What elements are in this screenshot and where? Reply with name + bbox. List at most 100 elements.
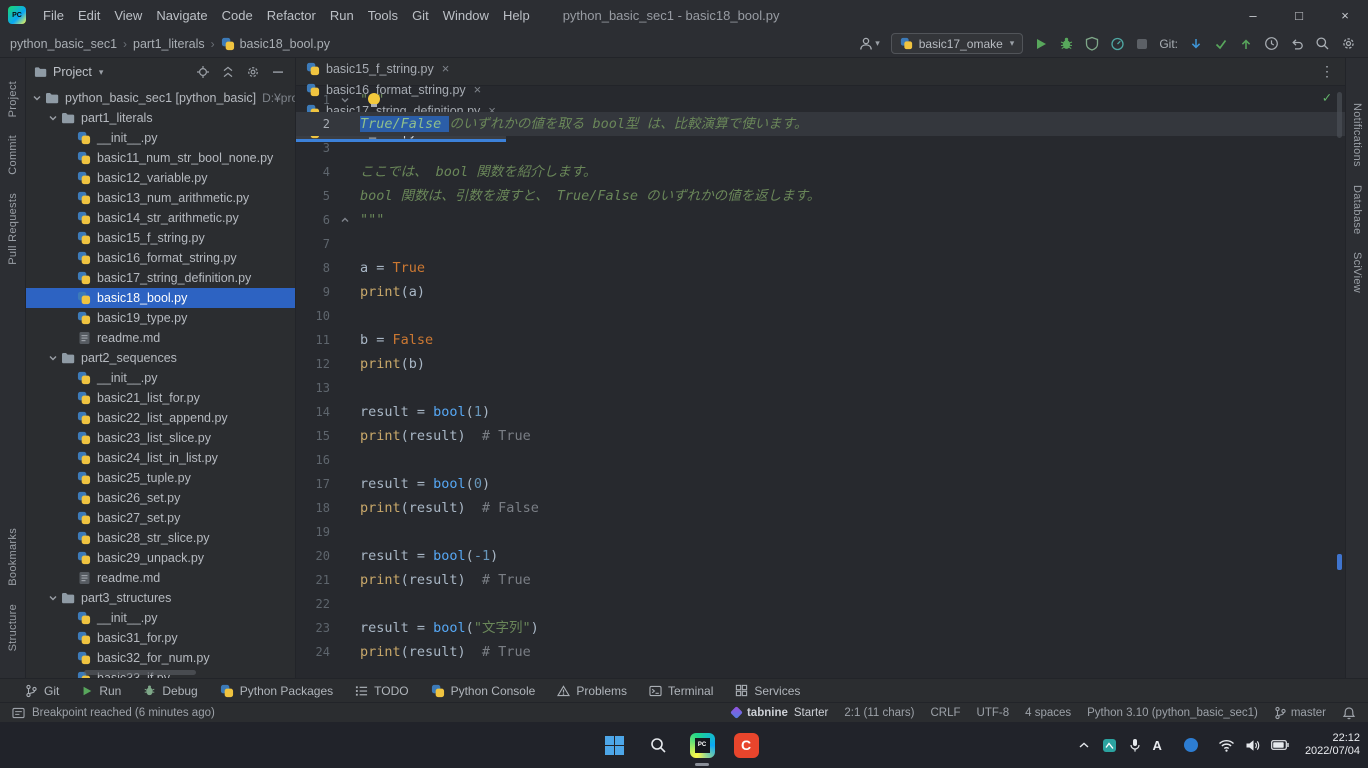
editor-line-7[interactable]: 7 (296, 232, 1345, 256)
taskbar-app-icon[interactable]: C (732, 731, 760, 759)
toolwindow-todo[interactable]: TODO (344, 679, 419, 702)
toolwindow-problems[interactable]: Problems (546, 679, 638, 702)
tray-app-icon[interactable] (1102, 738, 1117, 753)
taskbar-search-icon[interactable] (644, 731, 672, 759)
caret-position-widget[interactable]: 2:1 (11 chars) (844, 707, 914, 719)
editor-line-12[interactable]: 12print(b) (296, 352, 1345, 376)
close-button[interactable]: × (1322, 0, 1368, 30)
minimize-button[interactable]: – (1230, 0, 1276, 30)
editor-line-19[interactable]: 19 (296, 520, 1345, 544)
toolwindow-terminal[interactable]: Terminal (638, 679, 724, 702)
editor-line-4[interactable]: 4ここでは、 bool 関数を紹介します。 (296, 160, 1345, 184)
editor-line-15[interactable]: 15print(result) # True (296, 424, 1345, 448)
run-button[interactable] (1034, 37, 1048, 51)
tree-item-basic27-set-py[interactable]: basic27_set.py (26, 508, 295, 528)
editor-line-9[interactable]: 9print(a) (296, 280, 1345, 304)
editor-line-17[interactable]: 17result = bool(0) (296, 472, 1345, 496)
editor-line-14[interactable]: 14result = bool(1) (296, 400, 1345, 424)
menu-refactor[interactable]: Refactor (260, 8, 323, 23)
tree-item--init-py[interactable]: __init__.py (26, 128, 295, 148)
fold-marker-icon[interactable] (330, 95, 360, 105)
stripe-commit[interactable]: Commit (7, 135, 19, 175)
menu-view[interactable]: View (107, 8, 149, 23)
tree-item-part1-literals[interactable]: part1_literals (26, 108, 295, 128)
stripe-database[interactable]: Database (1351, 185, 1363, 235)
editor-line-11[interactable]: 11b = False (296, 328, 1345, 352)
volume-icon[interactable] (1245, 739, 1261, 752)
profiler-button[interactable] (1110, 36, 1125, 51)
tabnine-widget[interactable]: tabnineStarter (732, 707, 828, 719)
editor-scrollbar[interactable] (1335, 86, 1344, 678)
tab-basic15-f-string-py[interactable]: basic15_f_string.py× (296, 58, 506, 79)
notifications-bell-icon[interactable] (1342, 706, 1356, 720)
tree-item-basic15-f-string-py[interactable]: basic15_f_string.py (26, 228, 295, 248)
tree-item-basic11-num-str-bool-none-py[interactable]: basic11_num_str_bool_none.py (26, 148, 295, 168)
editor-line-23[interactable]: 23result = bool("文字列") (296, 616, 1345, 640)
user-account-button[interactable]: ▾ (858, 36, 880, 52)
menu-file[interactable]: File (36, 8, 71, 23)
scrollbar-thumb[interactable] (1337, 92, 1342, 138)
menu-edit[interactable]: Edit (71, 8, 107, 23)
editor-line-24[interactable]: 24print(result) # True (296, 640, 1345, 664)
chevron-down-icon[interactable]: ▾ (99, 67, 104, 78)
inspections-ok-icon[interactable]: ✓ (1323, 90, 1331, 106)
git-push-button[interactable] (1239, 37, 1253, 51)
menu-code[interactable]: Code (215, 8, 260, 23)
breadcrumb-basic18-bool-py[interactable]: basic18_bool.py (221, 37, 330, 51)
tree-item--init-py[interactable]: __init__.py (26, 368, 295, 388)
rollback-button[interactable] (1290, 37, 1304, 51)
tree-item--init-py[interactable]: __init__.py (26, 608, 295, 628)
tab-close-icon[interactable]: × (442, 61, 450, 76)
toolwindow-git[interactable]: Git (14, 679, 70, 702)
editor-line-22[interactable]: 22 (296, 592, 1345, 616)
tree-item-basic31-for-py[interactable]: basic31_for.py (26, 628, 295, 648)
menu-window[interactable]: Window (436, 8, 496, 23)
clock-widget[interactable]: 22:12 2022/07/04 (1305, 732, 1360, 758)
history-button[interactable] (1264, 36, 1279, 51)
editor-line-18[interactable]: 18print(result) # False (296, 496, 1345, 520)
stripe-bookmarks[interactable]: Bookmarks (7, 528, 19, 586)
ime-indicator[interactable]: A (1153, 738, 1162, 753)
tree-item-basic17-string-definition-py[interactable]: basic17_string_definition.py (26, 268, 295, 288)
status-message[interactable]: Breakpoint reached (6 minutes ago) (12, 707, 215, 719)
search-everywhere-button[interactable] (1315, 36, 1330, 51)
tree-item-part3-structures[interactable]: part3_structures (26, 588, 295, 608)
tree-item-basic16-format-string-py[interactable]: basic16_format_string.py (26, 248, 295, 268)
hide-panel-icon[interactable] (271, 65, 285, 79)
editor-line-5[interactable]: 5bool 関数は、引数を渡すと、 True/False のいずれかの値を返しま… (296, 184, 1345, 208)
editor-line-1[interactable]: 1""" (296, 88, 1345, 112)
stripe-pull-requests[interactable]: Pull Requests (7, 193, 19, 265)
settings-gear-icon[interactable] (1341, 36, 1356, 51)
editor-line-10[interactable]: 10 (296, 304, 1345, 328)
toolwindow-debug[interactable]: Debug (132, 679, 208, 702)
tree-item-basic28-str-slice-py[interactable]: basic28_str_slice.py (26, 528, 295, 548)
editor-line-13[interactable]: 13 (296, 376, 1345, 400)
editor-line-2[interactable]: 2True/False のいずれかの値を取る bool型 は、比較演算で使います… (296, 112, 1345, 136)
git-branch-widget[interactable]: master (1274, 706, 1326, 720)
toolwindow-python-packages[interactable]: Python Packages (209, 679, 344, 702)
tree-item-basic21-list-for-py[interactable]: basic21_list_for.py (26, 388, 295, 408)
tree-item-basic12-variable-py[interactable]: basic12_variable.py (26, 168, 295, 188)
tree-item-basic19-type-py[interactable]: basic19_type.py (26, 308, 295, 328)
tree-item-basic26-set-py[interactable]: basic26_set.py (26, 488, 295, 508)
stop-button[interactable] (1136, 38, 1148, 50)
debug-button[interactable] (1059, 36, 1074, 51)
code-editor[interactable]: 1"""2True/False のいずれかの値を取る bool型 は、比較演算で… (296, 86, 1345, 678)
menu-git[interactable]: Git (405, 8, 436, 23)
tree-item-basic29-unpack-py[interactable]: basic29_unpack.py (26, 548, 295, 568)
editor-line-21[interactable]: 21print(result) # True (296, 568, 1345, 592)
editor-line-6[interactable]: 6""" (296, 208, 1345, 232)
toolwindow-services[interactable]: Services (724, 679, 811, 702)
panel-settings-gear-icon[interactable] (246, 65, 260, 79)
locate-file-icon[interactable] (196, 65, 210, 79)
tree-item-basic14-str-arithmetic-py[interactable]: basic14_str_arithmetic.py (26, 208, 295, 228)
tray-blue-app-icon[interactable] (1184, 738, 1198, 752)
intention-bulb-icon[interactable] (368, 93, 380, 105)
line-separator-widget[interactable]: CRLF (930, 707, 960, 719)
breadcrumb-python-basic-sec1[interactable]: python_basic_sec1 (10, 37, 117, 51)
menu-navigate[interactable]: Navigate (149, 8, 214, 23)
project-panel-title[interactable]: Project (53, 65, 92, 79)
tree-item-basic22-list-append-py[interactable]: basic22_list_append.py (26, 408, 295, 428)
tree-item-python-basic-sec1-python-basic-[interactable]: python_basic_sec1 [python_basic]D:¥proje (26, 88, 295, 108)
fold-marker-icon[interactable] (330, 215, 360, 225)
